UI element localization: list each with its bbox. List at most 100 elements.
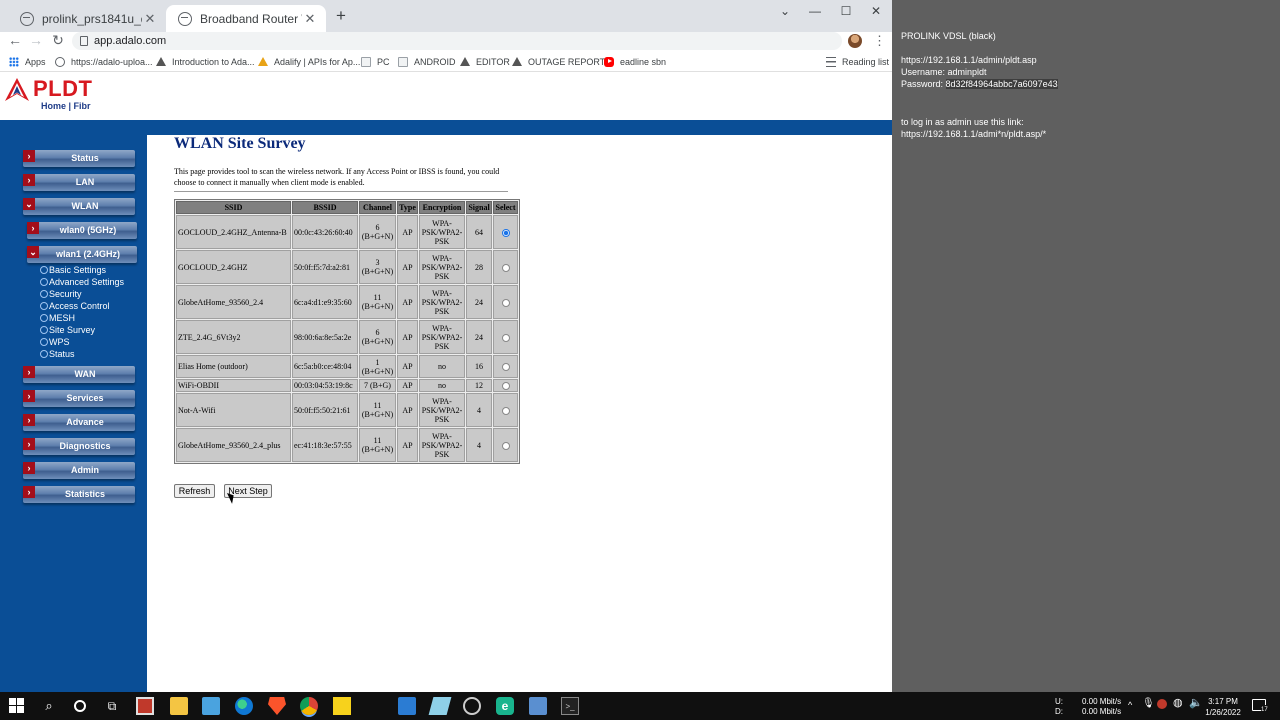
window-close-icon[interactable]: ✕ <box>861 3 891 19</box>
select-radio[interactable] <box>501 441 510 450</box>
bookmark-android[interactable]: ANDROID <box>398 55 456 68</box>
task-view-icon[interactable]: ⧉ <box>103 697 121 715</box>
app-icon-pinned[interactable] <box>136 697 154 715</box>
bookmark-adalify[interactable]: Adalify | APIs for Ap... <box>258 55 360 68</box>
cortana-icon[interactable] <box>71 697 89 715</box>
encryption-cell: WPA-PSK/WPA2-PSK <box>419 393 465 427</box>
menu-advance[interactable]: › Advance <box>23 414 135 431</box>
bookmark-label: Adalify | APIs for Ap... <box>274 56 361 67</box>
search-icon[interactable]: ⌕ <box>40 697 58 715</box>
table-row: WiFi-OBDII 00:03:04:53:19:8c 7 (B+G) AP … <box>176 379 518 392</box>
windows-start-icon[interactable] <box>8 697 26 715</box>
table-row: Elias Home (outdoor) 6c:5a:b0:ce:48:04 1… <box>176 355 518 378</box>
menu-services[interactable]: › Services <box>23 390 135 407</box>
app-e-icon[interactable]: e <box>496 697 514 715</box>
select-radio[interactable] <box>501 263 510 272</box>
bookmark-editor[interactable]: EDITOR <box>460 55 510 68</box>
new-tab-icon[interactable]: + <box>332 7 350 25</box>
menu-diagnostics[interactable]: › Diagnostics <box>23 438 135 455</box>
close-tab-icon[interactable]: ✕ <box>142 11 158 27</box>
bookmark-intro-adalo[interactable]: Introduction to Ada... <box>156 55 255 68</box>
reading-list-label: Reading list <box>842 56 890 67</box>
submenu-advanced-settings[interactable]: Advanced Settings <box>40 276 124 288</box>
select-radio[interactable] <box>501 382 510 391</box>
select-radio[interactable] <box>501 298 510 307</box>
menu-wlan[interactable]: ⌄ WLAN <box>23 198 135 215</box>
submenu-site-survey[interactable]: Site Survey <box>40 324 95 336</box>
note-heading: PROLINK VDSL (black) <box>901 31 996 41</box>
chevron-right-icon: › <box>23 486 35 498</box>
app-icon-pinned[interactable] <box>428 697 452 715</box>
address-bar[interactable]: app.adalo.com <box>72 32 842 50</box>
select-radio[interactable] <box>501 333 510 342</box>
mail-icon[interactable] <box>398 697 416 715</box>
menu-status[interactable]: › Status <box>23 150 135 167</box>
adalo-icon <box>460 57 470 66</box>
maximize-icon[interactable]: ☐ <box>831 3 861 19</box>
back-icon[interactable]: ← <box>7 32 23 49</box>
bookmark-apps[interactable]: Apps <box>9 55 46 68</box>
note-hint: to log in as admin use this link: <box>901 117 1024 127</box>
submenu-status[interactable]: Status <box>40 348 75 360</box>
submenu-security[interactable]: Security <box>40 288 82 300</box>
bookmark-adalo-upload[interactable]: https://adalo-uploa... <box>55 55 153 68</box>
obs-icon[interactable] <box>463 697 481 715</box>
select-radio[interactable] <box>501 363 510 372</box>
refresh-button[interactable]: Refresh <box>174 484 215 498</box>
menu-wlan0[interactable]: › wlan0 (5GHz) <box>27 222 137 239</box>
bookmark-pc[interactable]: PC <box>361 55 390 68</box>
reading-list[interactable]: Reading list <box>826 55 889 68</box>
clock-time[interactable]: 3:17 PM <box>1203 697 1243 707</box>
microphone-icon[interactable]: 🎙 <box>1142 699 1155 709</box>
brand-logo: PLDT <box>33 76 93 101</box>
chevron-up-icon[interactable]: ^ <box>1128 700 1132 710</box>
submenu-label: Access Control <box>49 301 110 311</box>
chevron-down-icon[interactable]: ⌄ <box>770 3 800 19</box>
tab-router-webserver[interactable]: Broadband Router Webserver ✕ <box>166 5 326 32</box>
network-globe-icon[interactable]: ◍ <box>1173 698 1183 709</box>
submenu-label: Site Survey <box>49 325 96 335</box>
terminal-icon[interactable]: >_ <box>561 697 579 715</box>
table-row: GOCLOUD_2.4GHZ_Antenna-B 00:0c:43:26:60:… <box>176 215 518 249</box>
reload-icon[interactable]: ↻ <box>50 32 66 49</box>
forward-icon[interactable]: → <box>28 32 44 49</box>
submenu-wps[interactable]: WPS <box>40 336 70 348</box>
menu-admin[interactable]: › Admin <box>23 462 135 479</box>
menu-statistics[interactable]: › Statistics <box>23 486 135 503</box>
volume-icon[interactable]: 🔈 <box>1189 698 1203 709</box>
chevron-right-icon: › <box>23 438 35 450</box>
close-tab-icon[interactable]: ✕ <box>302 11 318 27</box>
tab-prolink[interactable]: prolink_prs1841u_dual_band_wif ✕ <box>8 5 166 32</box>
profile-avatar[interactable] <box>848 34 862 48</box>
bssid-cell: 6c:5a:b0:ce:48:04 <box>292 355 358 378</box>
select-radio[interactable] <box>501 228 510 237</box>
bookmark-outage-reports[interactable]: OUTAGE REPORTS <box>512 55 611 68</box>
submenu-access-control[interactable]: Access Control <box>40 300 110 312</box>
select-radio[interactable] <box>501 406 510 415</box>
select-cell <box>493 393 518 427</box>
remote-desktop-icon[interactable] <box>202 697 220 715</box>
brave-icon[interactable] <box>268 697 286 715</box>
bookmark-eadline[interactable]: eadline sbn <box>604 55 666 68</box>
file-explorer-icon[interactable] <box>170 697 188 715</box>
security-icon[interactable] <box>1157 699 1167 709</box>
site-survey-table: SSID BSSID Channel Type Encryption Signa… <box>174 199 520 464</box>
sticky-notes-icon[interactable] <box>333 697 351 715</box>
ssid-cell: GlobeAtHome_93560_2.4 <box>176 285 291 319</box>
chevron-right-icon: › <box>23 366 35 378</box>
table-row: ZTE_2.4G_6Vt3y2 98:00:6a:8e:5a:2e 6 (B+G… <box>176 320 518 354</box>
submenu-basic-settings[interactable]: Basic Settings <box>40 264 106 276</box>
kebab-menu-icon[interactable]: ⋮ <box>873 32 886 49</box>
app-icon-pinned[interactable] <box>529 697 547 715</box>
clock-date[interactable]: 1/26/2022 <box>1203 708 1243 718</box>
page-icon <box>398 56 408 67</box>
menu-lan[interactable]: › LAN <box>23 174 135 191</box>
menu-wlan1[interactable]: ⌄ wlan1 (2.4GHz) <box>27 246 137 263</box>
minimize-icon[interactable]: — <box>800 3 830 19</box>
chrome-icon[interactable] <box>300 697 318 715</box>
chevron-right-icon: › <box>23 414 35 426</box>
menu-wan[interactable]: › WAN <box>23 366 135 383</box>
submenu-mesh[interactable]: MESH <box>40 312 75 324</box>
apps-grid-icon <box>9 56 19 67</box>
edge-icon[interactable] <box>235 697 253 715</box>
